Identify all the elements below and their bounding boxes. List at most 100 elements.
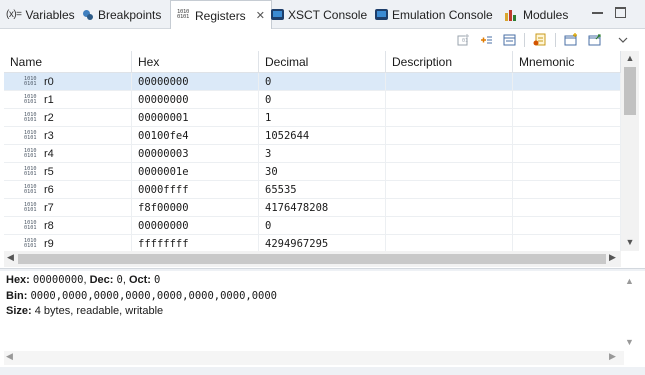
- register-name: r3: [44, 130, 54, 142]
- register-description-cell: [386, 163, 513, 181]
- register-decimal-cell[interactable]: 1052644: [259, 127, 386, 145]
- scroll-down-icon[interactable]: ▼: [624, 237, 636, 247]
- table-vertical-scrollbar[interactable]: ▲ ▼: [621, 51, 639, 251]
- register-name-cell[interactable]: 1010 0101 r0: [4, 73, 132, 91]
- register-name-cell[interactable]: 1010 0101 r1: [4, 91, 132, 109]
- register-decimal-cell[interactable]: 3: [259, 145, 386, 163]
- register-decimal-cell[interactable]: 0: [259, 217, 386, 235]
- edit-register-group-icon[interactable]: [479, 32, 495, 48]
- register-hex-cell[interactable]: 00000003: [132, 145, 259, 163]
- register-icon: 1010 0101: [24, 147, 37, 159]
- detail-vertical-scrollbar[interactable]: ▲ ▼: [624, 273, 638, 357]
- register-description-cell: [386, 91, 513, 109]
- tab-breakpoints[interactable]: Breakpoints: [82, 0, 161, 29]
- table-row[interactable]: 1010 0101 r7 f8f00000 4176478208: [4, 199, 621, 217]
- tab-xsct-console[interactable]: XSCT Console: [271, 0, 367, 29]
- register-hex-cell[interactable]: 00000000: [132, 91, 259, 109]
- column-header-decimal[interactable]: Decimal: [259, 51, 386, 73]
- tab-modules[interactable]: Modules: [505, 0, 568, 29]
- register-name-cell[interactable]: 1010 0101 r4: [4, 145, 132, 163]
- scroll-up-icon[interactable]: ▲: [624, 53, 636, 63]
- register-name: r7: [44, 202, 54, 214]
- scrollbar-thumb[interactable]: [18, 254, 606, 264]
- register-mnemonic-cell: [513, 181, 621, 199]
- maximize-icon[interactable]: [615, 7, 626, 18]
- pane-divider[interactable]: [0, 268, 645, 271]
- detail-horizontal-scrollbar[interactable]: ◀ ▶: [4, 351, 624, 365]
- register-decimal-cell[interactable]: 4176478208: [259, 199, 386, 217]
- tab-variables[interactable]: (x)= Variables: [6, 0, 75, 29]
- registers-icon: 1010 0101: [177, 8, 190, 20]
- table-row[interactable]: 1010 0101 r9 ffffffff 4294967295: [4, 235, 621, 251]
- remove-register-group-icon[interactable]: [502, 32, 518, 48]
- scroll-up-icon[interactable]: ▲: [625, 276, 634, 286]
- column-header-name[interactable]: Name: [4, 51, 132, 73]
- restore-default-groups-icon[interactable]: [532, 32, 548, 48]
- register-mnemonic-cell: [513, 163, 621, 181]
- register-decimal-cell[interactable]: 4294967295: [259, 235, 386, 251]
- register-hex-cell[interactable]: 0000ffff: [132, 181, 259, 199]
- scroll-down-icon[interactable]: ▼: [625, 337, 634, 347]
- scroll-right-icon[interactable]: ▶: [609, 252, 616, 263]
- register-name: r9: [44, 238, 54, 250]
- tab-registers[interactable]: 1010 0101 Registers ✕: [170, 0, 272, 30]
- register-decimal-cell[interactable]: 30: [259, 163, 386, 181]
- register-name-cell[interactable]: 1010 0101 r9: [4, 235, 132, 251]
- register-description-cell: [386, 145, 513, 163]
- detail-oct-label: Oct:: [128, 274, 151, 286]
- minimize-icon[interactable]: [592, 8, 603, 14]
- table-body: 1010 0101 r0 00000000 0 1010 0101 r1 00000000 0 10…: [4, 73, 621, 251]
- column-header-mnemonic[interactable]: Mnemonic: [513, 51, 621, 73]
- register-name-cell[interactable]: 1010 0101 r8: [4, 217, 132, 235]
- scroll-right-icon[interactable]: ▶: [609, 351, 616, 362]
- register-name-cell[interactable]: 1010 0101 r5: [4, 163, 132, 181]
- scrollbar-thumb[interactable]: [624, 67, 636, 115]
- detail-line-binary: Bin: 0000,0000,0000,0000,0000,0000,0000,…: [6, 289, 618, 305]
- register-description-cell: [386, 127, 513, 145]
- column-header-hex[interactable]: Hex: [132, 51, 259, 73]
- tab-registers-label: Registers: [195, 8, 246, 23]
- register-mnemonic-cell: [513, 199, 621, 217]
- register-mnemonic-cell: [513, 109, 621, 127]
- register-decimal-cell[interactable]: 1: [259, 109, 386, 127]
- register-hex-cell[interactable]: 00000000: [132, 73, 259, 91]
- table-row[interactable]: 1010 0101 r0 00000000 0: [4, 73, 621, 91]
- scroll-left-icon[interactable]: ◀: [7, 252, 14, 263]
- register-name-cell[interactable]: 1010 0101 r2: [4, 109, 132, 127]
- register-hex-cell[interactable]: f8f00000: [132, 199, 259, 217]
- register-hex-cell[interactable]: 00100fe4: [132, 127, 259, 145]
- register-name: r0: [44, 76, 54, 88]
- table-row[interactable]: 1010 0101 r5 0000001e 30: [4, 163, 621, 181]
- table-row[interactable]: 1010 0101 r3 00100fe4 1052644: [4, 127, 621, 145]
- new-view-icon[interactable]: [563, 32, 579, 48]
- tab-xsct-console-label: XSCT Console: [288, 7, 368, 22]
- pin-view-icon[interactable]: [587, 32, 603, 48]
- register-description-cell: [386, 235, 513, 251]
- console-icon: [271, 9, 284, 20]
- add-register-group-icon[interactable]: 01: [456, 32, 472, 48]
- scroll-left-icon[interactable]: ◀: [6, 351, 13, 362]
- register-description-cell: [386, 217, 513, 235]
- register-mnemonic-cell: [513, 127, 621, 145]
- register-hex-cell[interactable]: 00000001: [132, 109, 259, 127]
- register-icon: 1010 0101: [24, 75, 37, 87]
- view-menu-icon[interactable]: [615, 32, 631, 48]
- table-row[interactable]: 1010 0101 r8 00000000 0: [4, 217, 621, 235]
- register-hex-cell[interactable]: 0000001e: [132, 163, 259, 181]
- register-hex-cell[interactable]: ffffffff: [132, 235, 259, 251]
- table-row[interactable]: 1010 0101 r6 0000ffff 65535: [4, 181, 621, 199]
- register-decimal-cell[interactable]: 0: [259, 73, 386, 91]
- register-name-cell[interactable]: 1010 0101 r7: [4, 199, 132, 217]
- column-header-description[interactable]: Description: [386, 51, 513, 73]
- tab-emulation-console[interactable]: Emulation Console: [375, 0, 493, 29]
- table-row[interactable]: 1010 0101 r1 00000000 0: [4, 91, 621, 109]
- register-name-cell[interactable]: 1010 0101 r3: [4, 127, 132, 145]
- register-hex-cell[interactable]: 00000000: [132, 217, 259, 235]
- register-name-cell[interactable]: 1010 0101 r6: [4, 181, 132, 199]
- table-horizontal-scrollbar[interactable]: ◀ ▶: [4, 251, 621, 267]
- register-decimal-cell[interactable]: 0: [259, 91, 386, 109]
- close-icon[interactable]: ✕: [256, 9, 265, 22]
- table-row[interactable]: 1010 0101 r2 00000001 1: [4, 109, 621, 127]
- register-decimal-cell[interactable]: 65535: [259, 181, 386, 199]
- table-row[interactable]: 1010 0101 r4 00000003 3: [4, 145, 621, 163]
